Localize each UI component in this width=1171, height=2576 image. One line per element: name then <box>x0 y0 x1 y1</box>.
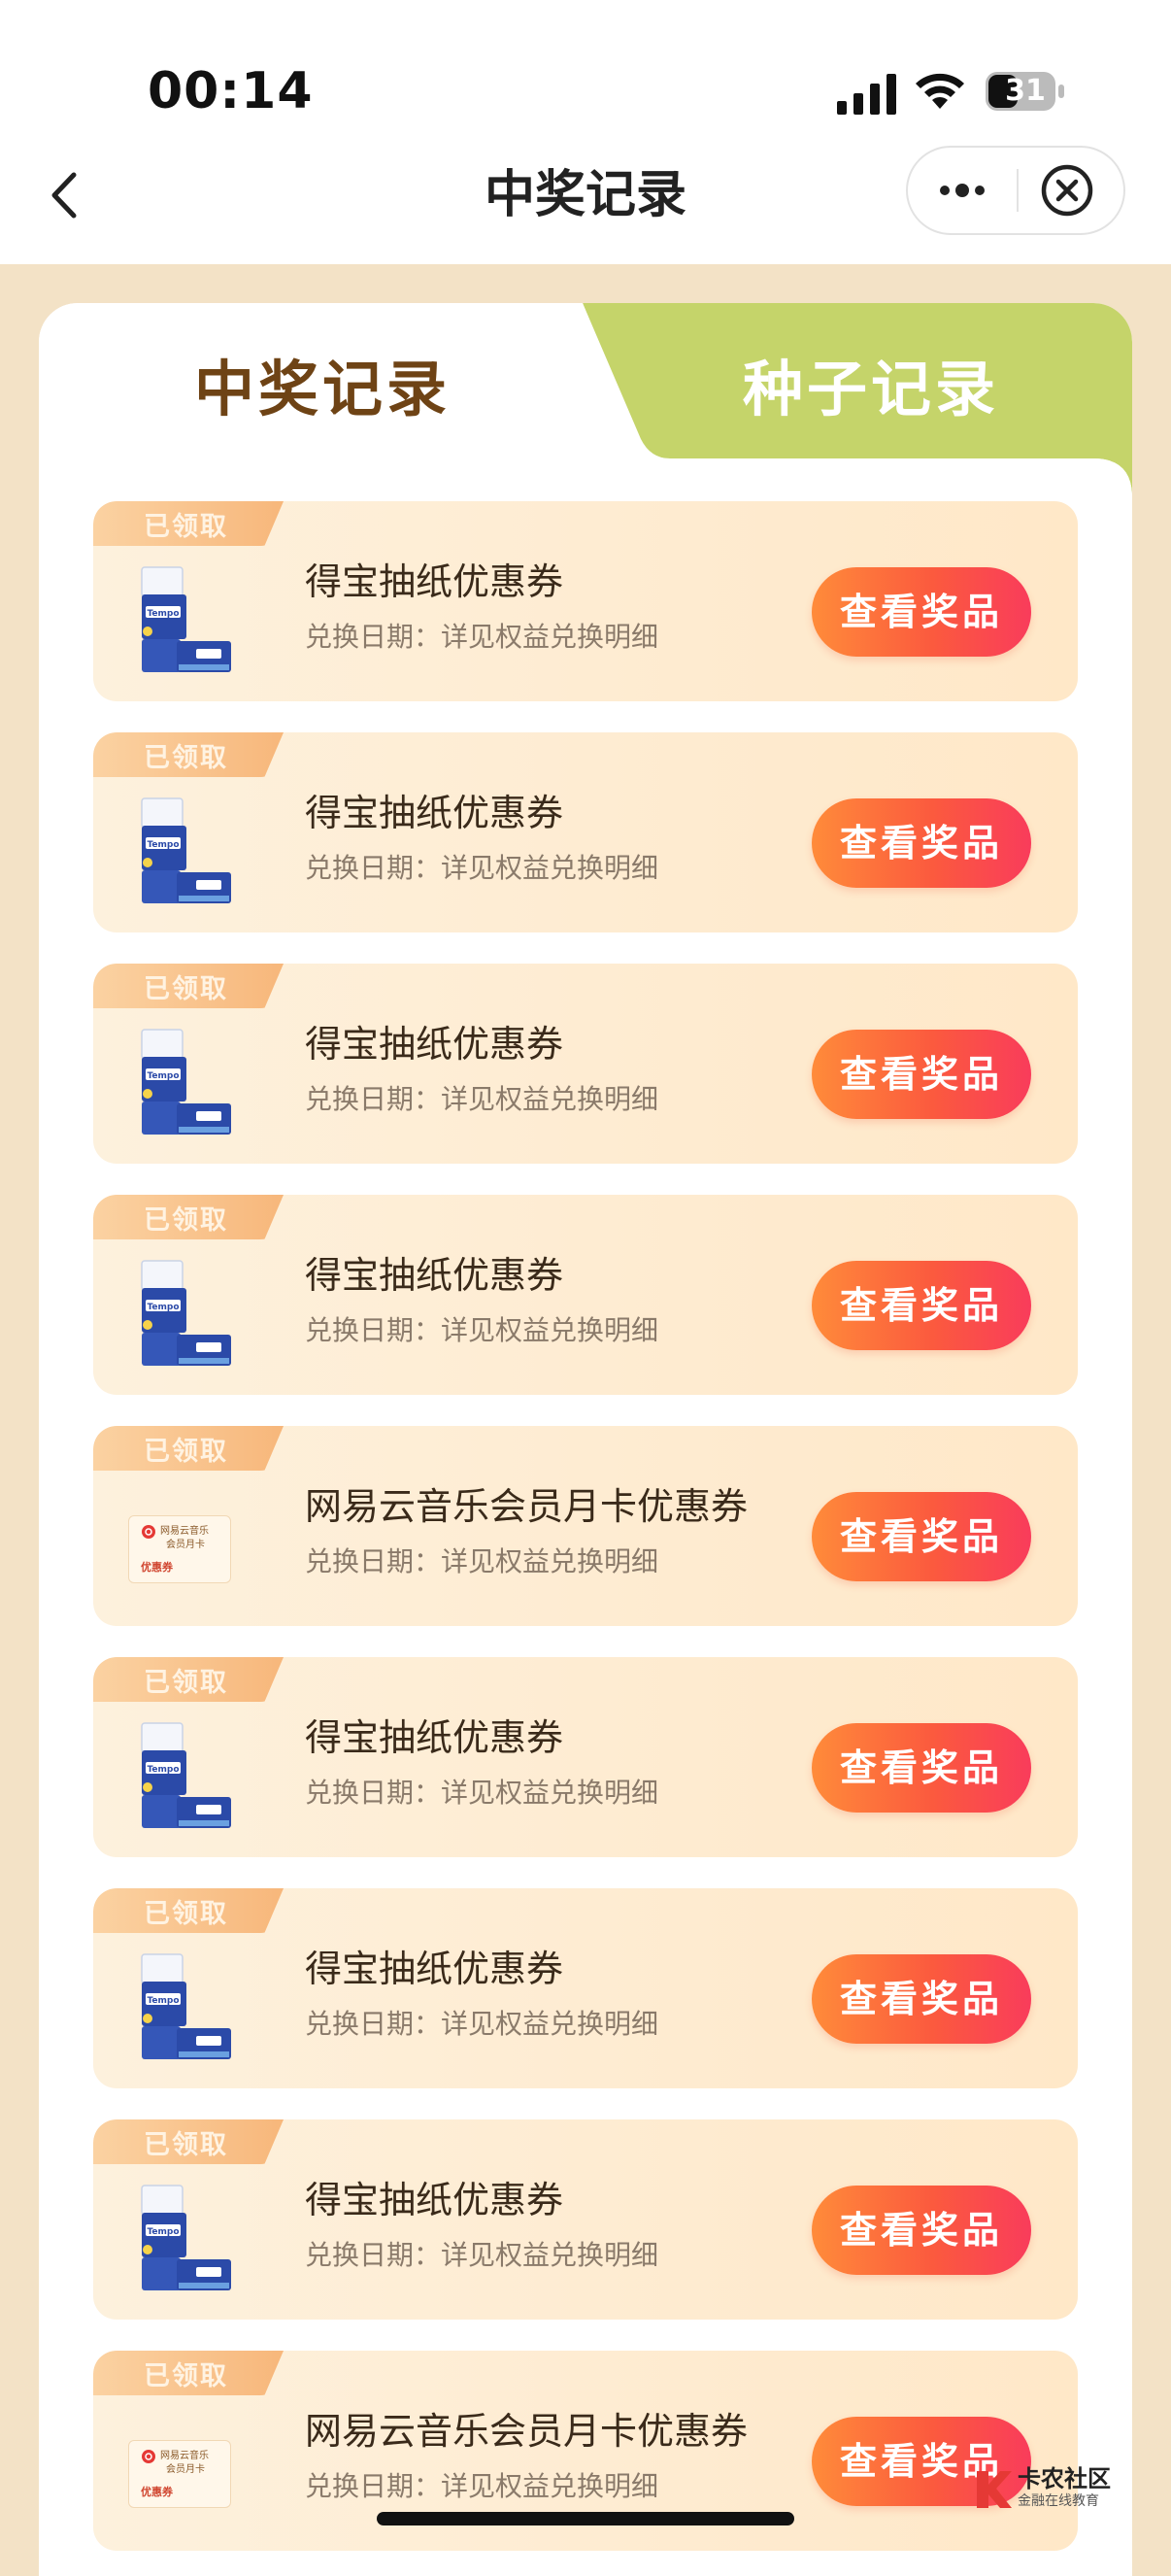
record-title: 得宝抽纸优惠券 <box>305 1716 564 1759</box>
view-prize-button[interactable]: 查看奖品 <box>812 567 1031 657</box>
watermark: 卡农社区 金融在线教育 <box>967 2459 1161 2527</box>
wifi-icon <box>916 73 964 109</box>
watermark-subtitle: 金融在线教育 <box>1018 2493 1099 2509</box>
tissue-box-icon: Tempo <box>141 2185 231 2290</box>
record-redeem-date: 兑换日期：详见权益兑换明细 <box>305 2008 659 2040</box>
svg-text:Tempo: Tempo <box>147 2227 179 2237</box>
mini-program-capsule <box>906 146 1125 235</box>
record-redeem-date: 兑换日期：详见权益兑换明细 <box>305 621 659 653</box>
tab-prize-records-label: 中奖记录 <box>194 354 452 424</box>
netease-music-icon <box>142 2450 155 2463</box>
view-prize-button[interactable]: 查看奖品 <box>812 1954 1031 2044</box>
coupon-thumb-line2: 会员月卡 <box>166 2464 205 2475</box>
coupon-thumb-tag: 优惠券 <box>141 1561 173 1574</box>
tissue-box-icon: Tempo <box>141 566 231 672</box>
claimed-badge-text: 已领取 <box>144 743 228 773</box>
record-title: 网易云音乐会员月卡优惠券 <box>305 2410 749 2453</box>
watermark-logo-icon <box>977 2471 1012 2508</box>
svg-text:Tempo: Tempo <box>147 1303 179 1312</box>
records-card: 中奖记录 种子记录 已领取 Tempo 得宝抽纸优惠券 兑换日期：详见权益兑换明细 查看… <box>39 303 1132 2576</box>
svg-text:Tempo: Tempo <box>147 1071 179 1081</box>
record-redeem-date: 兑换日期：详见权益兑换明细 <box>305 1545 659 1577</box>
record-item: 已领取 网易云音乐 会员月卡 优惠券 网易云音乐会员月卡优惠券 兑换日期：详见权益兑换明细… <box>93 1426 1078 1626</box>
record-title: 得宝抽纸优惠券 <box>305 1023 564 1066</box>
tissue-box-icon: Tempo <box>141 1029 231 1135</box>
claimed-badge-text: 已领取 <box>144 512 228 542</box>
music-coupon-thumb: 网易云音乐会员月卡优惠券 <box>128 2440 231 2508</box>
claimed-badge-text: 已领取 <box>144 1437 228 1467</box>
claimed-badge-text: 已领取 <box>144 1899 228 1929</box>
record-item: 已领取 Tempo 得宝抽纸优惠券兑换日期：详见权益兑换明细 查看奖品 <box>93 732 1078 932</box>
record-item: 已领取 Tempo 得宝抽纸优惠券兑换日期：详见权益兑换明细 查看奖品 <box>93 1657 1078 1857</box>
record-title: 得宝抽纸优惠券 <box>305 560 564 603</box>
view-prize-button[interactable]: 查看奖品 <box>812 1261 1031 1350</box>
tissue-box-icon: Tempo <box>141 1722 231 1828</box>
claimed-badge-text: 已领取 <box>144 1668 228 1698</box>
record-title: 网易云音乐会员月卡优惠券 <box>305 1485 749 1528</box>
record-item: 已领取 Tempo 得宝抽纸优惠券兑换日期：详见权益兑换明细 查看奖品 <box>93 964 1078 1164</box>
back-button[interactable] <box>39 161 97 229</box>
claimed-badge-text: 已领取 <box>144 1205 228 1236</box>
claimed-badge-text: 已领取 <box>144 2130 228 2160</box>
coupon-thumb-line1: 网易云音乐 <box>160 2451 209 2461</box>
view-prize-button[interactable]: 查看奖品 <box>812 798 1031 888</box>
record-title: 得宝抽纸优惠券 <box>305 792 564 834</box>
battery-level: 31 <box>1005 74 1046 108</box>
coupon-thumb-line2: 会员月卡 <box>166 1540 205 1550</box>
record-item: 已领取 Tempo 得宝抽纸优惠券兑换日期：详见权益兑换明细 查看奖品 <box>93 501 1078 701</box>
close-circle-icon <box>1041 164 1093 217</box>
tissue-box-icon: Tempo <box>141 1260 231 1366</box>
coupon-thumb-tag: 优惠券 <box>141 2486 173 2498</box>
tissue-box-icon: Tempo <box>141 1953 231 2059</box>
view-prize-button[interactable]: 查看奖品 <box>812 2186 1031 2275</box>
svg-text:Tempo: Tempo <box>147 1996 179 2006</box>
tab-seed-records[interactable]: 种子记录 <box>660 303 1132 458</box>
netease-music-icon <box>142 1525 155 1539</box>
svg-text:Tempo: Tempo <box>147 609 179 619</box>
record-item: 已领取 Tempo 得宝抽纸优惠券兑换日期：详见权益兑换明细 查看奖品 <box>93 2119 1078 2320</box>
music-coupon-thumb: 网易云音乐会员月卡优惠券 <box>128 1515 231 1583</box>
record-redeem-date: 兑换日期：详见权益兑换明细 <box>305 2470 659 2502</box>
record-item: 已领取 Tempo 得宝抽纸优惠券兑换日期：详见权益兑换明细 查看奖品 <box>93 1195 1078 1395</box>
chevron-left-icon <box>51 172 77 219</box>
svg-text:Tempo: Tempo <box>147 840 179 850</box>
record-item: 已领取 Tempo 得宝抽纸优惠券兑换日期：详见权益兑换明细 查看奖品 <box>93 1888 1078 2088</box>
record-redeem-date: 兑换日期：详见权益兑换明细 <box>305 1083 659 1115</box>
view-prize-button[interactable]: 查看奖品 <box>812 1492 1031 1581</box>
more-button[interactable] <box>908 148 1017 233</box>
close-button[interactable] <box>1019 148 1123 233</box>
status-time: 00:14 <box>148 62 314 120</box>
record-redeem-date: 兑换日期：详见权益兑换明细 <box>305 1314 659 1346</box>
record-redeem-date: 兑换日期：详见权益兑换明细 <box>305 1777 659 1809</box>
more-dots-icon <box>940 184 985 197</box>
signal-icon <box>837 74 896 115</box>
record-title: 得宝抽纸优惠券 <box>305 1254 564 1297</box>
view-prize-button[interactable]: 查看奖品 <box>812 1030 1031 1119</box>
claimed-badge-text: 已领取 <box>144 2361 228 2391</box>
record-title: 得宝抽纸优惠券 <box>305 1948 564 1990</box>
tab-prize-records[interactable]: 中奖记录 <box>39 303 583 458</box>
tissue-box-icon: Tempo <box>141 797 231 903</box>
record-redeem-date: 兑换日期：详见权益兑换明细 <box>305 852 659 884</box>
nav-bar: 中奖记录 <box>0 136 1171 264</box>
status-bar: 00:14 31 <box>0 0 1171 136</box>
claimed-badge-text: 已领取 <box>144 974 228 1004</box>
coupon-thumb-line1: 网易云音乐 <box>160 1526 209 1537</box>
home-indicator <box>377 2512 794 2525</box>
record-redeem-date: 兑换日期：详见权益兑换明细 <box>305 2239 659 2271</box>
record-title: 得宝抽纸优惠券 <box>305 2179 564 2221</box>
view-prize-button[interactable]: 查看奖品 <box>812 1723 1031 1813</box>
tab-seed-records-label: 种子记录 <box>743 354 1000 424</box>
svg-text:Tempo: Tempo <box>147 1765 179 1775</box>
watermark-title: 卡农社区 <box>1018 2465 1111 2492</box>
